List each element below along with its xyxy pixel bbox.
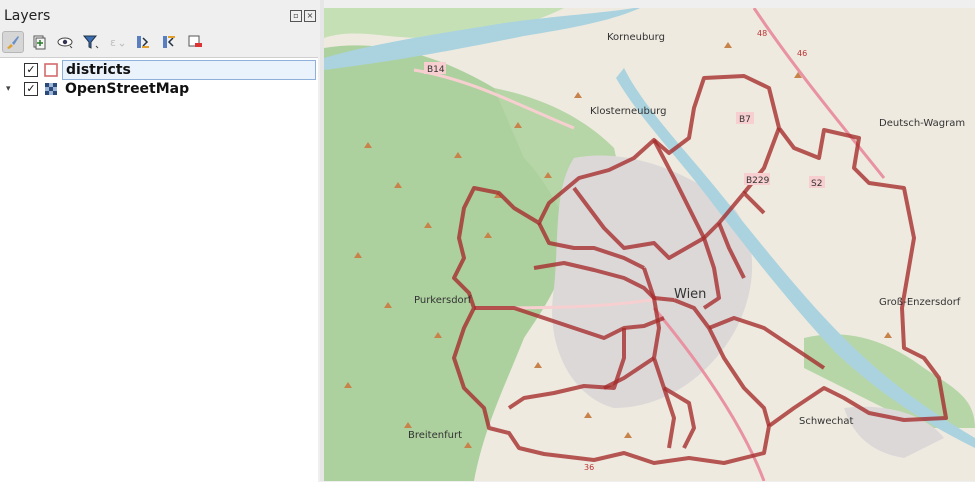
layer-visibility-checkbox[interactable]: ✓: [24, 82, 38, 96]
map-label-breitenfurt: Breitenfurt: [408, 430, 462, 441]
layer-name-box: OpenStreetMap: [62, 80, 316, 98]
polygon-layer-icon: [44, 63, 58, 77]
close-panel-button[interactable]: ×: [304, 10, 316, 22]
add-group-icon: [33, 35, 46, 50]
map-label-b7: B7: [739, 115, 751, 125]
map-label-deutsch-wagram: Deutsch-Wagram: [879, 118, 965, 129]
collapse-all-button[interactable]: [158, 31, 180, 53]
filter-by-expression-button[interactable]: ε: [106, 31, 128, 53]
layers-panel: Layers ▫ × ε ✓ districts ▾ ✓ OpenStreetM…: [0, 0, 320, 482]
map-label-wien: Wien: [674, 287, 706, 302]
map-svg: Korneuburg B14 Klosterneuburg B7 Deutsch…: [324, 8, 975, 481]
float-panel-button[interactable]: ▫: [290, 10, 302, 22]
map-label-road-48: 48: [757, 29, 767, 38]
style-manager-button[interactable]: [2, 31, 24, 53]
layer-tree: ✓ districts ▾ ✓ OpenStreetMap: [0, 57, 318, 482]
manage-visibility-button[interactable]: [54, 31, 76, 53]
map-label-purkersdorf: Purkersdorf: [414, 295, 472, 306]
map-label-road-46: 46: [797, 49, 807, 58]
map-canvas[interactable]: Korneuburg B14 Klosterneuburg B7 Deutsch…: [324, 8, 975, 481]
filter-icon: [82, 35, 99, 49]
remove-layer-button[interactable]: [184, 31, 206, 53]
map-label-s2: S2: [811, 179, 822, 189]
expand-all-button[interactable]: [132, 31, 154, 53]
paint-brush-icon: [7, 36, 19, 49]
add-group-button[interactable]: [28, 31, 50, 53]
raster-layer-icon: [45, 83, 57, 95]
map-label-schwechat: Schwechat: [799, 416, 853, 427]
layer-name[interactable]: districts: [63, 62, 131, 78]
panel-title: Layers: [4, 8, 51, 24]
layer-visibility-checkbox[interactable]: ✓: [24, 63, 38, 77]
map-label-road-36: 36: [584, 463, 594, 472]
layer-name-box: districts: [62, 60, 316, 80]
map-label-klosterneuburg: Klosterneuburg: [590, 106, 666, 117]
layers-toolbar: ε: [2, 30, 206, 54]
map-label-korneuburg: Korneuburg: [607, 32, 665, 43]
eye-icon: [57, 37, 73, 49]
filter-legend-button[interactable]: [80, 31, 102, 53]
layer-row-openstreetmap[interactable]: ▾ ✓ OpenStreetMap: [0, 79, 318, 99]
expression-filter-icon: ε: [110, 36, 125, 49]
expand-all-icon: [137, 36, 149, 48]
svg-text:ε: ε: [110, 36, 116, 49]
collapse-all-icon: [163, 36, 175, 48]
panel-title-buttons: ▫ ×: [290, 10, 316, 22]
layer-name[interactable]: OpenStreetMap: [62, 81, 189, 97]
chevron-down-icon[interactable]: ▾: [6, 84, 16, 94]
map-label-b14: B14: [427, 65, 445, 75]
map-label-gross-enzersdorf: Groß-Enzersdorf: [879, 297, 961, 308]
layer-row-districts[interactable]: ✓ districts: [0, 60, 318, 80]
map-label-b229: B229: [746, 176, 770, 186]
remove-layer-icon: [188, 35, 202, 47]
